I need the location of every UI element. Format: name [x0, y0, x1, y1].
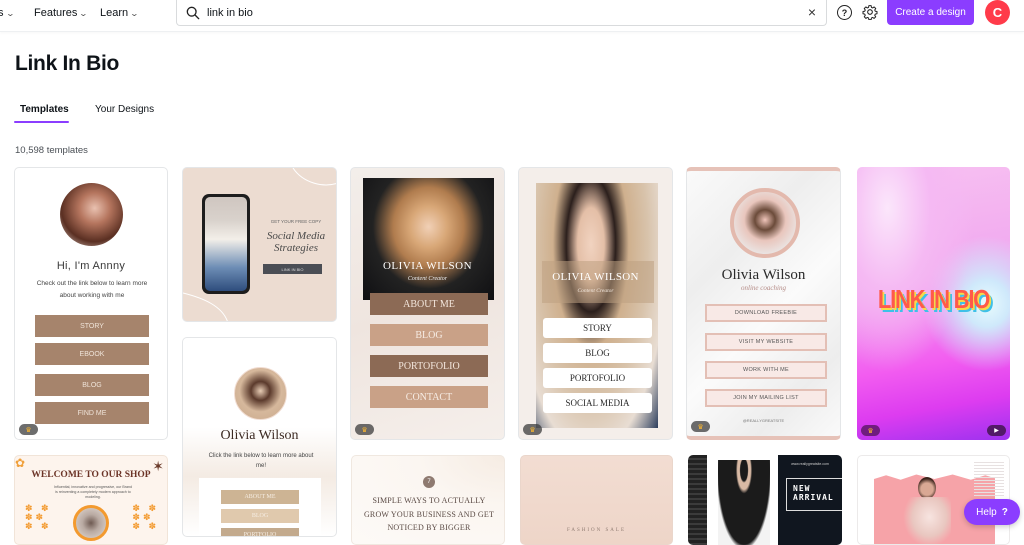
premium-crown-icon: ♛: [691, 421, 710, 432]
link-button: VISIT MY WEBSITE: [705, 333, 827, 351]
link-button: PORTOFOLIO: [370, 355, 488, 377]
flower-decoration-icon: ✽ ✽ ✽✽ ✽ ✽: [25, 503, 52, 531]
card-kicker: GET YOUR FREE COPY: [270, 219, 322, 224]
top-navigation-bar: s⌄ Features⌄ Learn⌄ × ? Create a design …: [0, 0, 1024, 32]
card-title: LINK IN BIO: [877, 284, 990, 314]
video-play-icon: ▶: [987, 425, 1006, 436]
link-button: BLOG: [370, 324, 488, 346]
link-button: ABOUT ME: [221, 490, 299, 504]
title-line: Strategies: [274, 242, 318, 254]
card-title: NEW ARRIVAL: [786, 478, 842, 511]
active-tab-indicator: [14, 121, 69, 123]
card-tagline: online coaching: [741, 284, 786, 292]
link-button: BLOG: [543, 343, 652, 363]
link-button: EBOOK: [35, 343, 149, 365]
title-line: NEW: [793, 484, 811, 493]
card-subtext: Influential, innovative and progressive,…: [54, 485, 132, 499]
link-button: WORK WITH ME: [705, 361, 827, 379]
template-card-link-in-bio[interactable]: LINK IN BIO ♛ ▶: [857, 167, 1010, 440]
nav-label: Learn: [100, 7, 129, 19]
template-card-olivia-story[interactable]: OLIVIA WILSON Content Creator STORY BLOG…: [518, 167, 673, 440]
model-body: [903, 497, 951, 544]
flower-decoration-icon: ✽ ✽ ✽✽ ✽ ✽: [132, 503, 159, 531]
profile-photo: [234, 367, 287, 420]
chevron-down-icon: ⌄: [129, 8, 140, 18]
nav-menu-templates[interactable]: s ⌄: [0, 7, 15, 19]
link-button: JOIN MY MAILING LIST: [705, 389, 827, 407]
decorative-texture: [974, 461, 1004, 496]
card-title: Social Media Strategies: [255, 230, 336, 254]
template-card-olivia-content-creator[interactable]: OLIVIA WILSON Content Creator ABOUT ME B…: [350, 167, 505, 440]
link-button: STORY: [543, 318, 652, 338]
card-subtext: Check out the link below to learn more a…: [36, 280, 148, 299]
chevron-down-icon: ⌄: [79, 8, 89, 18]
search-bar: ×: [176, 0, 827, 26]
template-card-olivia-about[interactable]: Olivia Wilson Click the link below to le…: [182, 337, 337, 537]
card-tagline: Content Creator: [577, 288, 614, 294]
model-head: [918, 477, 936, 499]
profile-photo: [730, 188, 800, 258]
user-avatar[interactable]: C: [985, 0, 1010, 25]
model-photo: [718, 460, 770, 545]
link-button: STORY: [35, 315, 149, 337]
premium-crown-icon: ♛: [355, 424, 374, 435]
clear-search-icon[interactable]: ×: [808, 4, 816, 20]
card-name: OLIVIA WILSON: [552, 271, 639, 283]
template-card-social-media[interactable]: GET YOUR FREE COPY Social Media Strategie…: [182, 167, 337, 322]
card-name: Olivia Wilson: [220, 428, 299, 443]
card-heading: Hi, I'm Annny: [56, 260, 126, 272]
profile-photo: [60, 183, 123, 246]
link-button: CONTACT: [370, 386, 488, 408]
nav-label: s: [0, 7, 4, 19]
page-title: Link In Bio: [15, 52, 120, 75]
number-badge: 7: [423, 476, 435, 488]
nav-menu-learn[interactable]: Learn ⌄: [100, 7, 140, 19]
card-handle: @REALLYGREATSITE: [742, 418, 785, 423]
search-input[interactable]: [207, 6, 787, 19]
help-icon[interactable]: ?: [837, 5, 852, 20]
template-card-olivia-coaching[interactable]: Olivia Wilson online coaching DOWNLOAD F…: [686, 167, 841, 440]
link-button: BLOG: [221, 509, 299, 523]
gear-icon[interactable]: [862, 4, 878, 20]
link-button: SOCIAL MEDIA: [543, 393, 652, 413]
help-label: Help: [976, 506, 997, 518]
question-icon: ?: [1001, 506, 1008, 518]
tab-your-designs[interactable]: Your Designs: [95, 104, 154, 115]
phone-mockup: [202, 194, 250, 294]
create-design-button[interactable]: Create a design: [887, 0, 974, 25]
profile-photo: [73, 505, 109, 541]
link-button: PORTFOLIO: [221, 528, 299, 536]
card-name: OLIVIA WILSON: [382, 260, 473, 272]
search-icon: [186, 6, 200, 19]
card-name: Olivia Wilson: [721, 267, 806, 283]
premium-crown-icon: ♛: [19, 424, 38, 435]
nav-menu-features[interactable]: Features ⌄: [34, 7, 89, 19]
link-button: ABOUT ME: [370, 293, 488, 315]
premium-crown-icon: ♛: [861, 425, 880, 436]
chevron-down-icon: ⌄: [5, 8, 15, 18]
profile-photo: [536, 183, 658, 428]
template-count: 10,598 templates: [15, 145, 88, 156]
link-button: PORTOFOLIO: [543, 368, 652, 388]
link-button: DOWNLOAD FREEBIE: [705, 304, 827, 322]
help-button[interactable]: Help ?: [964, 499, 1020, 525]
leaf-decoration-icon: ✿: [15, 456, 26, 470]
link-button: LINK IN BIO: [263, 264, 322, 274]
card-text: FASHION SALE: [566, 528, 627, 533]
phone-photo: [205, 197, 247, 291]
title-line: ARRIVAL: [793, 493, 834, 502]
card-tagline: Content Creator: [407, 276, 448, 282]
link-button: BLOG: [35, 374, 149, 396]
template-card-annny[interactable]: Hi, I'm Annny Check out the link below t…: [14, 167, 168, 440]
card-title: WELCOME TO OUR SHOP: [31, 470, 151, 480]
link-button: FIND ME: [35, 402, 149, 424]
tab-templates[interactable]: Templates: [20, 104, 69, 115]
premium-crown-icon: ♛: [523, 424, 542, 435]
card-site: www.reallygreatsite.com: [791, 462, 829, 466]
card-subtext: Click the link below to learn more about…: [208, 453, 314, 469]
card-text: SIMPLE WAYS TO ACTUALLY GROW YOUR BUSINE…: [363, 496, 495, 532]
title-line: Social Media: [266, 230, 326, 242]
nav-label: Features: [34, 7, 78, 19]
